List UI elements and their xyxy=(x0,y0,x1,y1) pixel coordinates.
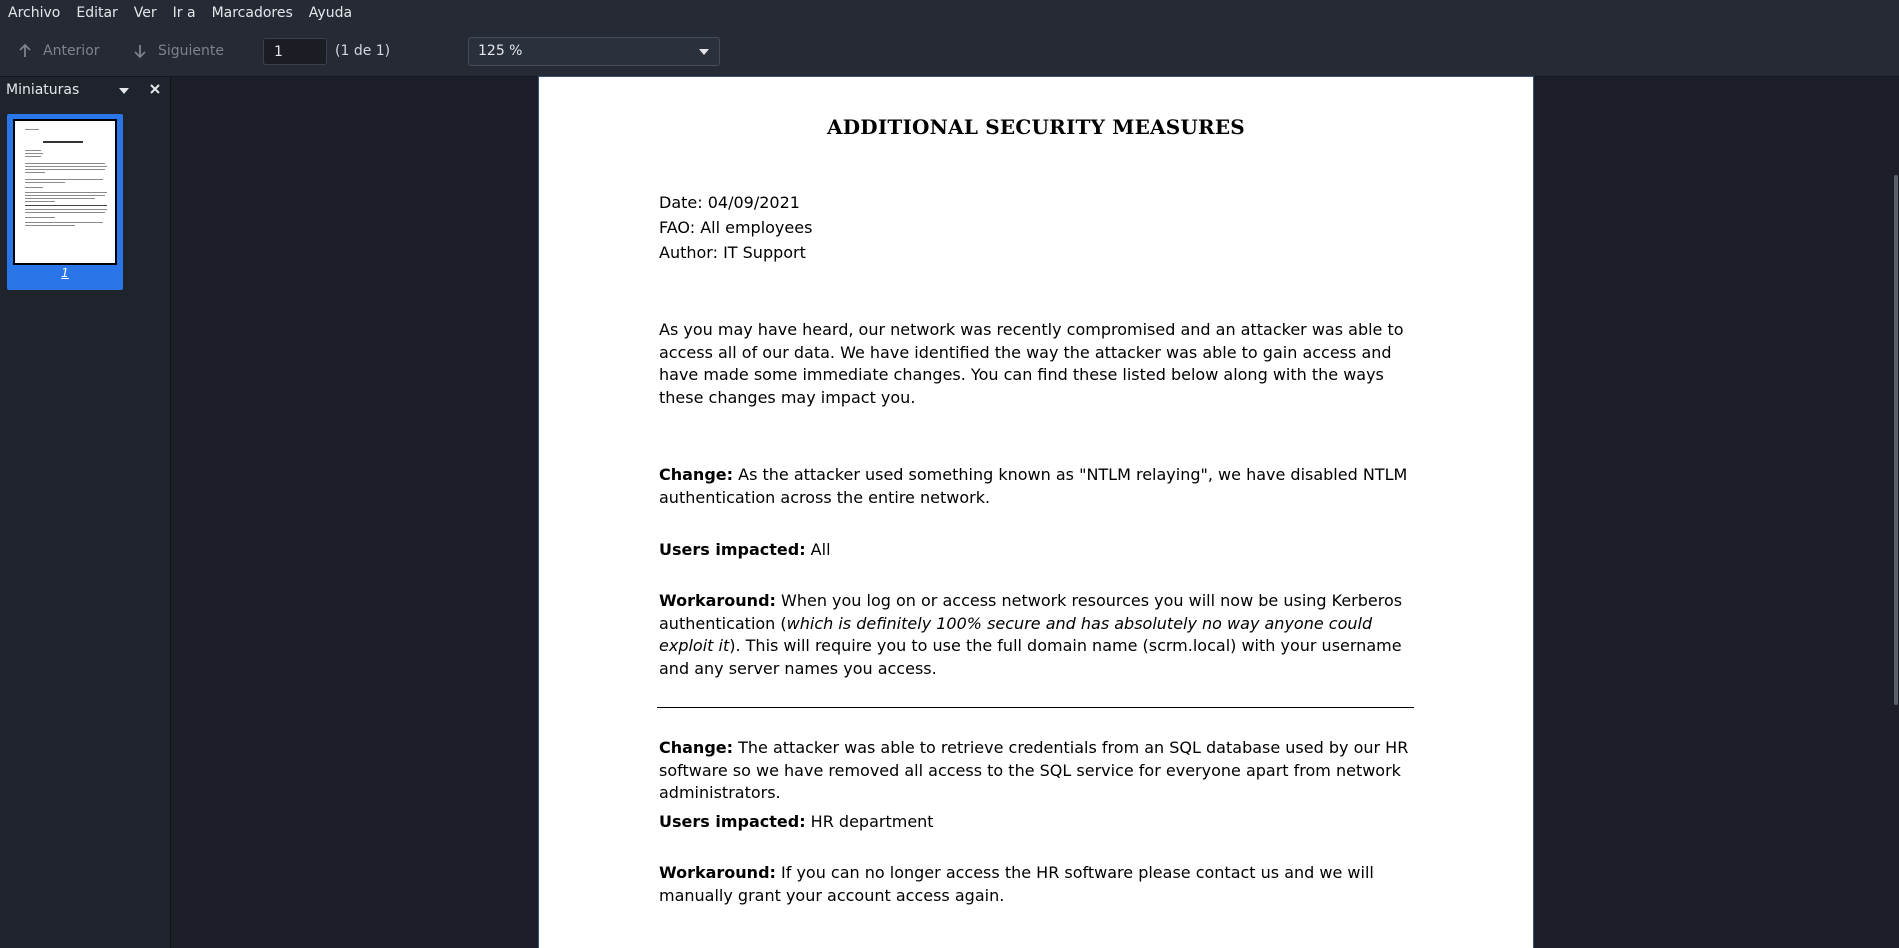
page-thumbnail[interactable]: 1 xyxy=(7,114,123,290)
menu-bar: Archivo Editar Ver Ir a Marcadores Ayuda xyxy=(0,0,1899,26)
document-author: Author: IT Support xyxy=(659,243,806,262)
section1-workaround-text-2: ). This will require you to use the full… xyxy=(659,636,1402,678)
next-page-label: Siguiente xyxy=(158,43,225,59)
arrow-up-icon xyxy=(19,43,31,57)
chevron-down-icon xyxy=(699,49,709,55)
zoom-value: 125 % xyxy=(478,43,523,59)
section2-change: Change: The attacker was able to retriev… xyxy=(659,737,1419,805)
intro-paragraph: As you may have heard, our network was r… xyxy=(659,320,1404,407)
toolbar: Anterior Siguiente (1 de 1) 125 % xyxy=(0,26,1899,77)
menu-archivo[interactable]: Archivo xyxy=(0,0,68,26)
menu-ir-a[interactable]: Ir a xyxy=(165,0,204,26)
section1-workaround: Workaround: When you log on or access ne… xyxy=(659,590,1419,680)
menu-editar[interactable]: Editar xyxy=(68,0,125,26)
menu-ayuda[interactable]: Ayuda xyxy=(301,0,360,26)
thumbnail-page-number: 1 xyxy=(61,266,69,280)
section2-workaround: Workaround: If you can no longer access … xyxy=(659,862,1419,907)
section2-users-label: Users impacted: xyxy=(659,812,806,831)
section2-change-label: Change: xyxy=(659,738,734,757)
close-icon[interactable] xyxy=(148,82,162,96)
previous-page-button[interactable]: Anterior xyxy=(17,26,100,76)
sidebar-header: Miniaturas xyxy=(0,77,170,103)
page-count-label: (1 de 1) xyxy=(335,43,391,59)
page-number-input[interactable] xyxy=(263,38,327,65)
section1-change: Change: As the attacker used something k… xyxy=(659,464,1419,509)
zoom-select[interactable]: 125 % xyxy=(468,37,720,66)
thumbnails-sidebar: Miniaturas 1 xyxy=(0,77,171,948)
document-date: Date: 04/09/2021 xyxy=(659,193,800,212)
thumbnail-preview xyxy=(13,119,117,265)
sidebar-title: Miniaturas xyxy=(6,82,80,98)
menu-marcadores[interactable]: Marcadores xyxy=(204,0,301,26)
arrow-down-icon xyxy=(134,45,146,59)
section2-users-text: HR department xyxy=(805,812,934,831)
document-title: ADDITIONAL SECURITY MEASURES xyxy=(827,115,1245,139)
document-page: ADDITIONAL SECURITY MEASURES Date: 04/09… xyxy=(539,77,1533,948)
section-divider xyxy=(657,707,1414,708)
section1-change-label: Change: xyxy=(659,465,734,484)
section2-workaround-label: Workaround: xyxy=(659,863,776,882)
section1-users-label: Users impacted: xyxy=(659,540,806,559)
section1-users-text: All xyxy=(805,540,831,559)
menu-ver[interactable]: Ver xyxy=(126,0,165,26)
sidebar-dropdown-icon[interactable] xyxy=(119,88,129,94)
previous-page-label: Anterior xyxy=(43,43,100,59)
scrollbar-thumb[interactable] xyxy=(1894,175,1898,705)
section1-change-text: As the attacker used something known as … xyxy=(659,465,1408,507)
document-fao: FAO: All employees xyxy=(659,218,813,237)
next-page-button[interactable]: Siguiente xyxy=(132,26,224,76)
section2-change-text: The attacker was able to retrieve creden… xyxy=(659,738,1409,802)
section1-workaround-label: Workaround: xyxy=(659,591,776,610)
section1-users: Users impacted: All xyxy=(659,539,1419,562)
section2-users: Users impacted: HR department xyxy=(659,811,1419,834)
